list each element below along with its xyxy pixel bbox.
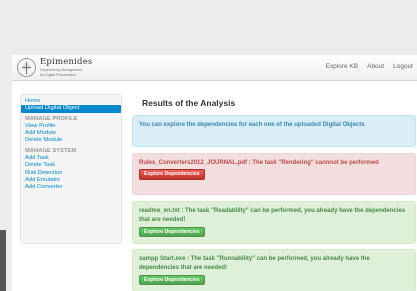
sidebar-item-add-module[interactable]: Add Module [21,130,121,137]
result-alert-error: Rules_Converters2012_JOURNAL.pdf : The t… [132,153,416,195]
nav-logout[interactable]: Logout [393,63,413,70]
info-alert-text: You can explore the dependencies for eac… [139,122,365,128]
sidebar-item-view-profile[interactable]: View Profile [21,123,121,130]
sidebar-item-add-task[interactable]: Add Task [21,155,121,162]
result-text: readme_en.txt : The task "Readability" c… [139,208,406,224]
nav-explore-kb[interactable]: Explore KB [326,63,359,70]
sidebar-item-risk-detection[interactable]: Risk Detection [21,170,121,177]
top-navbar: Epimenides Dependency Management for Dig… [12,55,417,81]
result-alert-success: xampp Start.exe : The task "Runnability"… [132,249,416,291]
sidebar-item-delete-task[interactable]: Delete Task [21,162,121,169]
brand-subtitle-line2: for Digital Preservation [40,72,77,77]
page-title: Results of the Analysis [142,98,236,108]
sidebar-item-add-converter[interactable]: Add Converter [21,184,121,191]
sidebar-item-delete-module[interactable]: Delete Module [21,137,121,144]
brand-text: Epimenides Dependency Management for Dig… [40,58,92,77]
explore-dependencies-button[interactable]: Explore Dependencies [139,169,205,180]
window-edge [0,230,6,291]
sidebar-header-manage-profile: MANAGE PROFILE [25,115,78,122]
epimenides-logo-icon [17,58,36,77]
sidebar-item-home[interactable]: Home [21,98,121,105]
explore-dependencies-button[interactable]: Explore Dependencies [139,274,205,286]
explore-dependencies-button[interactable]: Explore Dependencies [139,226,205,238]
sidebar: Home Upload Digital Object MANAGE PROFIL… [20,94,122,244]
info-alert: You can explore the dependencies for eac… [132,115,416,147]
result-text: Rules_Converters2012_JOURNAL.pdf : The t… [139,160,379,166]
main-content: Results of the Analysis You can explore … [132,94,417,291]
result-text: xampp Start.exe : The task "Runnability"… [139,256,370,272]
brand-subtitle-line1: Dependency Management [40,67,83,72]
sidebar-header-manage-system: MANAGE SYSTEM [25,147,77,154]
result-alert-success: readme_en.txt : The task "Readability" c… [132,201,416,244]
nav-about[interactable]: About [367,63,384,70]
browser-viewport: Epimenides Dependency Management for Dig… [0,0,417,291]
sidebar-item-add-emulator[interactable]: Add Emulator [21,177,121,184]
page: Epimenides Dependency Management for Dig… [12,55,417,291]
brand-name: Epimenides [40,57,93,68]
brand[interactable]: Epimenides Dependency Management for Dig… [17,58,92,77]
top-nav-links: Explore KB About Logout [326,63,413,70]
sidebar-item-upload-digital-object[interactable]: Upload Digital Object [21,105,121,113]
